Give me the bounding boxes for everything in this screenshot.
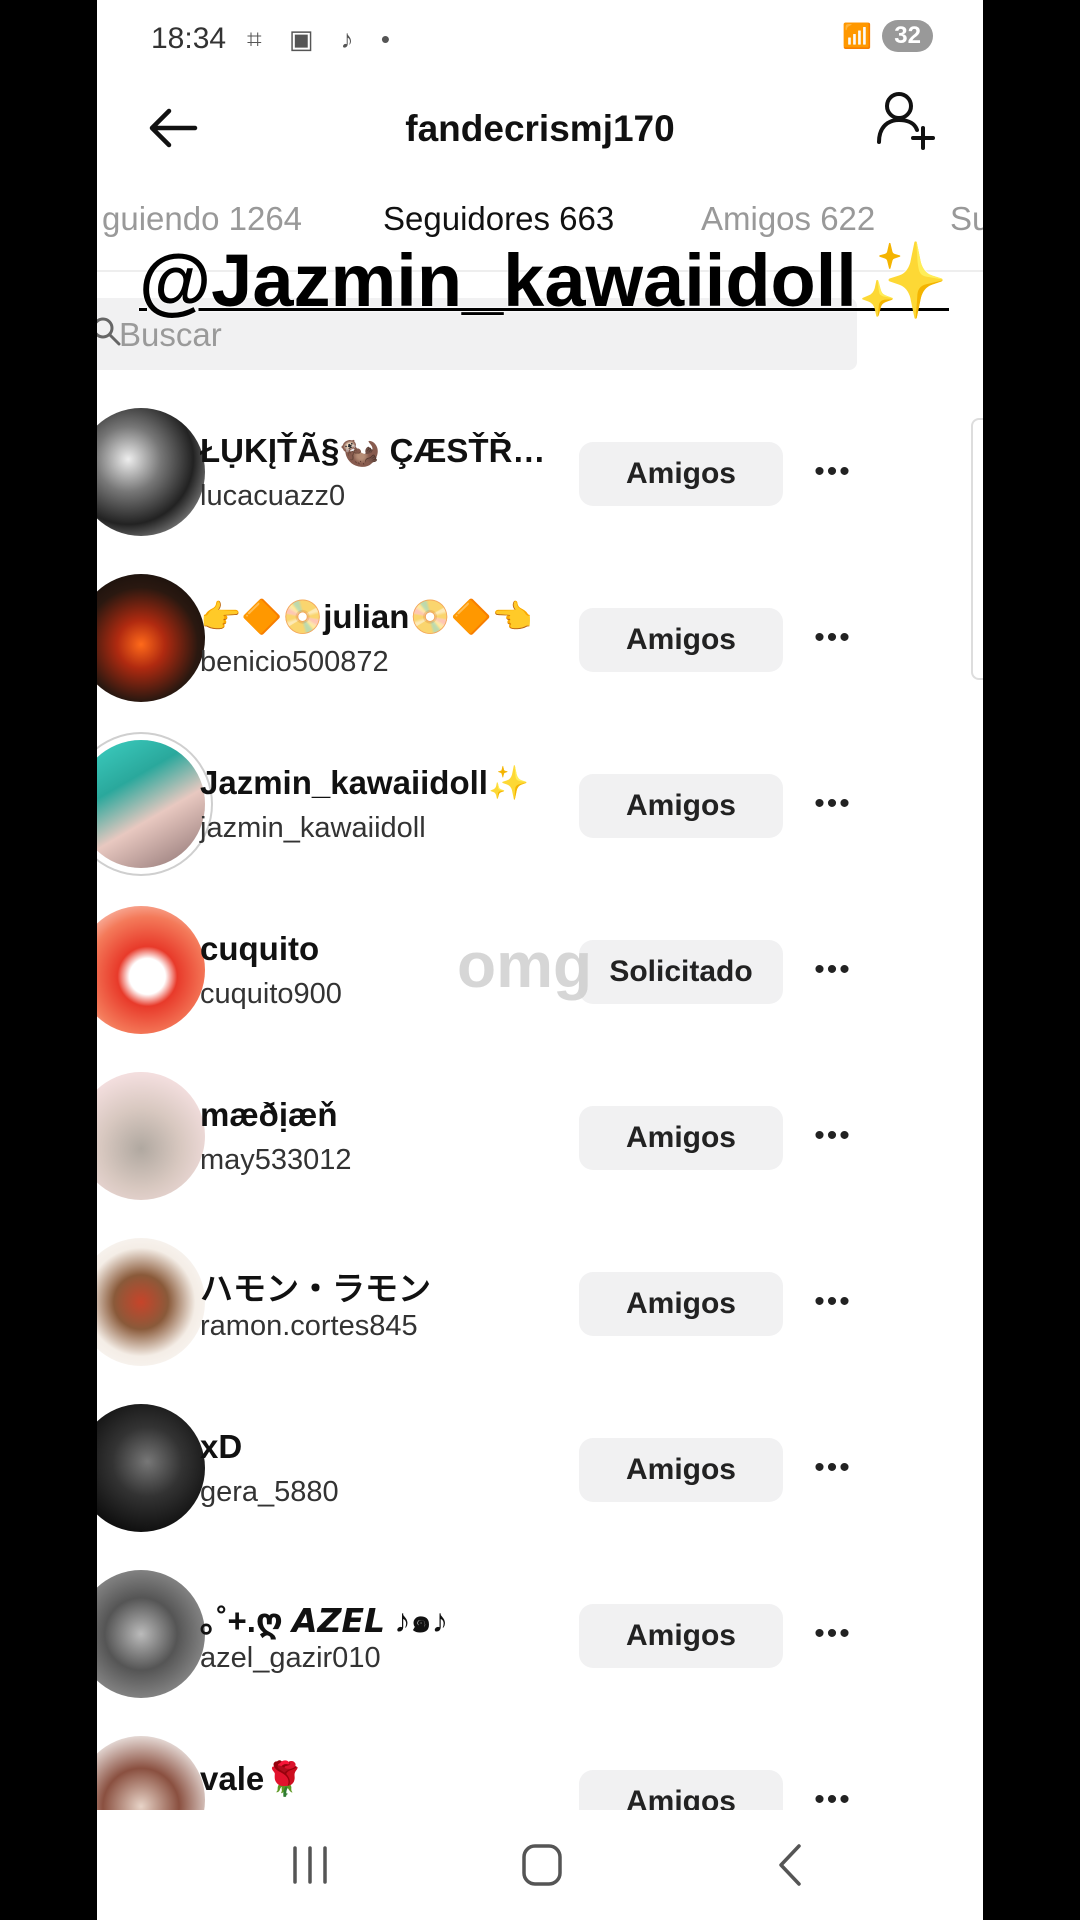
avatar[interactable] <box>97 1570 205 1698</box>
more-options-icon[interactable]: ••• <box>803 1282 863 1326</box>
status-time: 18:34 <box>151 22 227 55</box>
friends-button[interactable]: Amigos <box>579 442 783 506</box>
display-name: 👉🔶📀julian📀🔶👈 <box>200 598 533 635</box>
more-options-icon[interactable]: ••• <box>803 618 863 662</box>
system-nav-bar <box>97 1810 983 1920</box>
friends-button[interactable]: Amigos <box>579 1272 783 1336</box>
page-title: fandecrismj170 <box>405 108 675 149</box>
avatar[interactable] <box>97 574 205 702</box>
username: benicio500872 <box>200 646 389 678</box>
friends-button[interactable]: Amigos <box>579 608 783 672</box>
friends-button[interactable]: Amigos <box>579 1106 783 1170</box>
wifi-icon: 📶 <box>842 22 873 50</box>
username: may533012 <box>200 1144 352 1176</box>
friends-button[interactable]: Amigos <box>579 1438 783 1502</box>
friends-button[interactable]: Amigos <box>579 774 783 838</box>
more-options-icon[interactable]: ••• <box>803 784 863 828</box>
list-item[interactable]: ｡˚+.ღ 𝘼𝙕𝙀𝙇 ♪๑♪ azel_gazir010 Amigos ••• <box>97 1570 983 1736</box>
screen: 18:34 ⌗ ▣ ♪ • 📶 32 fandecrismj170 guiend… <box>97 0 983 1920</box>
more-options-icon[interactable]: ••• <box>803 1448 863 1492</box>
more-options-icon[interactable]: ••• <box>803 1116 863 1160</box>
avatar[interactable] <box>97 408 205 536</box>
display-name: mæðịæň <box>200 1096 338 1133</box>
add-user-icon[interactable] <box>875 86 939 156</box>
display-name: xD <box>200 1428 243 1465</box>
display-name: cuquito <box>200 930 320 967</box>
display-name: Jazmin_kawaiidoll✨ <box>200 764 530 801</box>
display-name: ハモン・ラモン <box>200 1270 431 1307</box>
username: jazmin_kawaiidoll <box>200 812 426 844</box>
tab-followers[interactable]: Seguidores 663 <box>383 200 614 238</box>
list-item[interactable]: xD gera_5880 Amigos ••• <box>97 1404 983 1570</box>
status-right: 📶 32 <box>842 20 933 52</box>
username: ramon.cortes845 <box>200 1310 418 1342</box>
battery-indicator: 32 <box>882 20 933 52</box>
back-nav-icon[interactable] <box>757 1840 827 1890</box>
display-name: ŁỤKĮŤÃ§🦦 ÇÆSŤŘ… <box>200 432 546 469</box>
list-item[interactable]: 👉🔶📀julian📀🔶👈 benicio500872 Amigos ••• <box>97 574 983 740</box>
tab-following[interactable]: guiendo 1264 <box>102 200 302 238</box>
display-name: ｡˚+.ღ 𝘼𝙕𝙀𝙇 ♪๑♪ <box>200 1602 449 1639</box>
list-item[interactable]: ハモン・ラモン ramon.cortes845 Amigos ••• <box>97 1238 983 1404</box>
home-icon[interactable] <box>507 1840 577 1890</box>
recent-apps-icon[interactable] <box>275 1840 345 1890</box>
list-item[interactable]: mæðịæň may533012 Amigos ••• <box>97 1072 983 1238</box>
notification-icons: ⌗ ▣ ♪ • <box>247 24 400 54</box>
tab-friends[interactable]: Amigos 622 <box>701 200 875 238</box>
avatar[interactable] <box>97 1072 205 1200</box>
username: lucacuazz0 <box>200 480 346 512</box>
watermark-text: omg <box>457 929 593 1001</box>
more-options-icon[interactable]: ••• <box>803 452 863 496</box>
username: azel_gazir010 <box>200 1642 381 1674</box>
avatar[interactable] <box>97 1404 205 1532</box>
username: cuquito900 <box>200 978 342 1010</box>
list-item[interactable]: Jazmin_kawaiidoll✨ jazmin_kawaiidoll Ami… <box>97 740 983 906</box>
friends-button[interactable]: Amigos <box>579 1604 783 1668</box>
more-options-icon[interactable]: ••• <box>803 950 863 994</box>
username: gera_5880 <box>200 1476 339 1508</box>
display-name: vale🌹 <box>200 1760 306 1797</box>
overlay-caption: @Jazmin_kawaiidoll✨ <box>139 239 949 322</box>
tab-suggested[interactable]: Su <box>950 200 983 238</box>
header: fandecrismj170 <box>97 80 983 180</box>
requested-button[interactable]: Solicitado <box>579 940 783 1004</box>
more-options-icon[interactable]: ••• <box>803 1614 863 1658</box>
list-item[interactable]: ŁỤKĮŤÃ§🦦 ÇÆSŤŘ… lucacuazz0 Amigos ••• <box>97 408 983 574</box>
avatar[interactable] <box>97 906 205 1034</box>
status-bar: 18:34 ⌗ ▣ ♪ • 📶 32 <box>97 0 983 80</box>
avatar[interactable] <box>97 740 205 868</box>
avatar[interactable] <box>97 1238 205 1366</box>
